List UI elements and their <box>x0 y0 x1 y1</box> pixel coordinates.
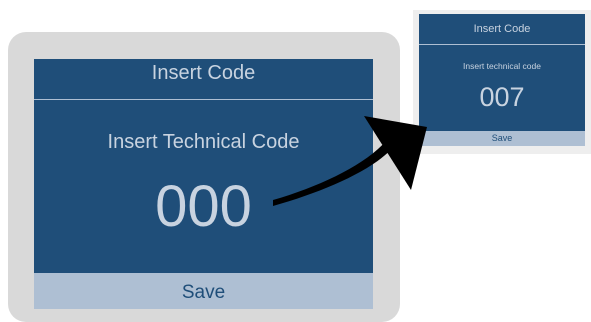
save-button[interactable]: Save <box>34 273 373 309</box>
screen-title: Insert Code <box>34 59 373 100</box>
code-prompt: Insert technical code <box>463 61 541 71</box>
code-prompt: Insert Technical Code <box>107 131 300 153</box>
code-value[interactable]: 007 <box>419 80 585 114</box>
device-before: Insert Code Insert Technical Code 000 Sa… <box>8 32 400 322</box>
screen-title: Insert Code <box>419 14 585 45</box>
code-value[interactable]: 000 <box>34 175 373 239</box>
screen-after: Insert Code Insert technical code 007 Sa… <box>419 14 585 146</box>
save-button[interactable]: Save <box>419 131 585 146</box>
screen-before: Insert Code Insert Technical Code 000 Sa… <box>34 59 373 309</box>
illustration-stage: Insert Code Insert Technical Code 000 Sa… <box>0 0 591 322</box>
device-after: Insert Code Insert technical code 007 Sa… <box>413 10 591 154</box>
